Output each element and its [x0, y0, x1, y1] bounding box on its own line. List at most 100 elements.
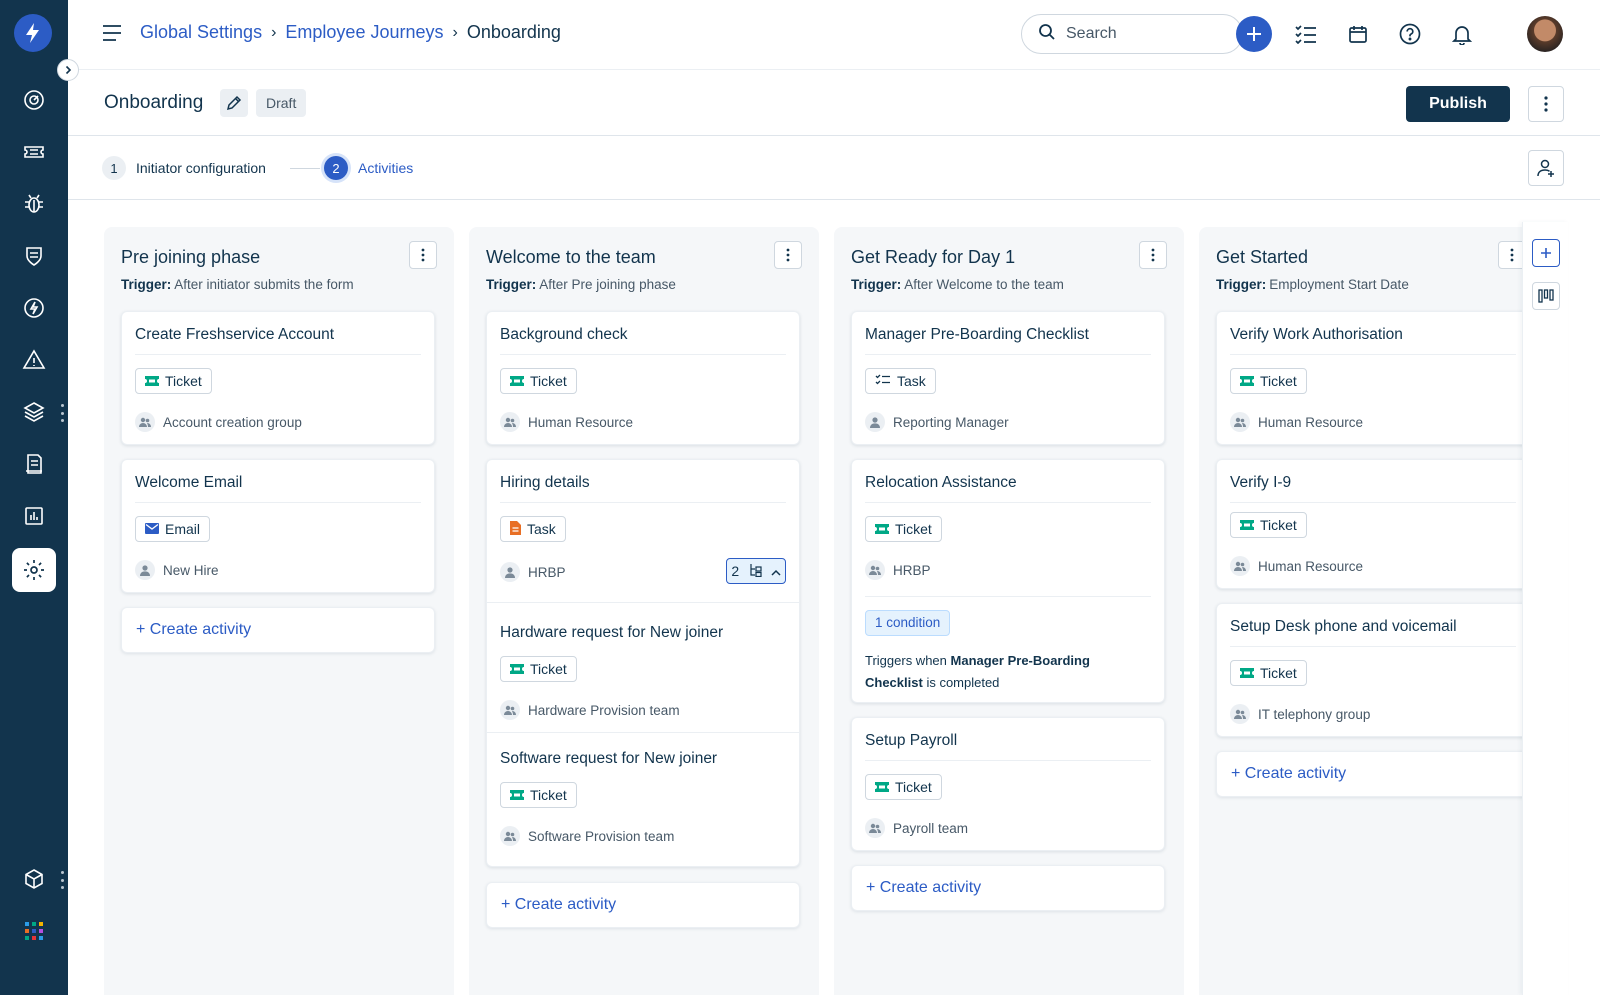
more-vertical-icon[interactable] [1139, 241, 1167, 269]
phase-title: Get Ready for Day 1 [851, 247, 1016, 267]
alerts-warning-icon[interactable] [12, 338, 56, 382]
activity-card[interactable]: Setup Desk phone and voicemail Ticket IT… [1216, 603, 1530, 737]
sidebar-expand-button[interactable] [57, 59, 79, 81]
add-user-icon[interactable] [1528, 150, 1564, 186]
activity-card[interactable]: Relocation Assistance Ticket HRBP 1 cond… [851, 459, 1165, 703]
board-view-columns-icon[interactable] [1532, 282, 1560, 310]
activity-type-tag: Ticket [1230, 368, 1307, 394]
subtask-tree-icon [748, 563, 762, 580]
type-label: Ticket [165, 373, 202, 389]
subtask-toggle[interactable]: 2 [726, 558, 786, 584]
right-rail [1522, 222, 1568, 995]
activity-card[interactable]: Verify Work Authorisation Ticket Human R… [1216, 311, 1530, 445]
subtask-title[interactable]: Hardware request for New joiner [500, 624, 723, 642]
group-icon [1230, 704, 1250, 724]
create-activity-button[interactable]: + Create activity [121, 607, 435, 653]
status-badge: Draft [256, 89, 307, 117]
activity-type-tag: Ticket [1230, 660, 1307, 686]
divider [1230, 502, 1516, 503]
help-question-icon[interactable] [1392, 16, 1428, 52]
more-dots-icon[interactable] [60, 404, 64, 422]
activity-title: Setup Desk phone and voicemail [1230, 618, 1457, 635]
assets-layers-icon[interactable] [12, 390, 56, 434]
stepper: 1 Initiator configuration 2 Activities [68, 136, 1600, 200]
phase-column: Pre joining phase Trigger: After initiato… [104, 227, 454, 995]
step-activities[interactable]: 2 Activities [324, 156, 413, 180]
problems-bug-icon[interactable] [12, 182, 56, 226]
product-switcher-grid-icon[interactable] [12, 909, 56, 953]
settings-gear-icon[interactable] [12, 548, 56, 592]
solutions-document-icon[interactable] [12, 442, 56, 486]
freshservice-logo-icon[interactable] [14, 14, 52, 52]
dashboard-icon[interactable] [12, 78, 56, 122]
activity-assignee: HRBP [500, 562, 566, 582]
user-avatar[interactable] [1527, 16, 1563, 52]
notifications-bell-icon[interactable] [1444, 16, 1480, 52]
assignee-name: New Hire [163, 562, 219, 578]
page-title: Onboarding [104, 92, 204, 113]
new-plus-button[interactable] [1236, 16, 1272, 52]
activity-card[interactable]: Background check Ticket Human Resource [486, 311, 800, 445]
tickets-icon[interactable] [12, 130, 56, 174]
activity-type-tag: Task [865, 368, 936, 394]
chevron-up-icon [771, 563, 781, 579]
more-vertical-icon[interactable] [774, 241, 802, 269]
create-activity-button[interactable]: + Create activity [851, 865, 1165, 911]
group-icon [1230, 412, 1250, 432]
search-input[interactable]: Search [1021, 14, 1243, 54]
apps-box-icon[interactable] [12, 857, 56, 901]
activity-type-tag: Ticket [865, 516, 942, 542]
divider [865, 502, 1151, 503]
breadcrumb-link-employee-journeys[interactable]: Employee Journeys [285, 22, 443, 43]
create-activity-button[interactable]: + Create activity [486, 882, 800, 928]
add-phase-plus-icon[interactable] [1532, 239, 1560, 267]
publish-button[interactable]: Publish [1406, 86, 1510, 122]
ticket-icon [510, 373, 524, 389]
more-dots-icon[interactable] [60, 871, 64, 889]
trigger-value: After Pre joining phase [539, 277, 676, 292]
activity-assignee: Hardware Provision team [500, 700, 680, 720]
breadcrumb-link-global-settings[interactable]: Global Settings [140, 22, 262, 43]
step-initiator-configuration[interactable]: 1 Initiator configuration [102, 156, 266, 180]
ticket-icon [145, 373, 159, 389]
assignee-name: Reporting Manager [893, 414, 1009, 430]
search-placeholder: Search [1066, 25, 1117, 42]
assignee-name: Software Provision team [528, 828, 675, 844]
more-vertical-icon[interactable] [1528, 86, 1564, 122]
email-icon [145, 521, 159, 537]
activity-type-tag: Email [135, 516, 211, 542]
ticket-icon [1240, 665, 1254, 681]
create-activity-button[interactable]: + Create activity [1216, 751, 1530, 797]
analytics-chart-icon[interactable] [12, 494, 56, 538]
ticket-icon [875, 521, 889, 537]
activity-card[interactable]: Setup Payroll Ticket Payroll team [851, 717, 1165, 851]
condition-badge[interactable]: 1 condition [865, 610, 951, 636]
changes-shield-icon[interactable] [12, 234, 56, 278]
more-vertical-icon[interactable] [409, 241, 437, 269]
group-icon [1230, 556, 1250, 576]
releases-bolt-icon[interactable] [12, 286, 56, 330]
type-label: Ticket [1260, 373, 1297, 389]
divider [1230, 646, 1516, 647]
activity-card[interactable]: Welcome Email Email New Hire [121, 459, 435, 593]
edit-pencil-icon[interactable] [220, 89, 248, 117]
group-icon [500, 412, 520, 432]
activity-card[interactable]: Create Freshservice Account Ticket Accou… [121, 311, 435, 445]
assignee-name: HRBP [893, 562, 931, 578]
type-label: Email [165, 521, 201, 537]
calendar-icon[interactable] [1340, 16, 1376, 52]
menu-hamburger-icon[interactable] [102, 24, 122, 47]
type-label: Ticket [1260, 517, 1297, 533]
activity-type-tag: Ticket [865, 774, 942, 800]
condition-description: Triggers when Manager Pre-Boarding Check… [865, 650, 1145, 694]
activities-board: Pre joining phase Trigger: After initiato… [68, 200, 1600, 995]
activity-card-with-subtasks[interactable]: Hiring details Task HRBP 2 Hardware requ… [486, 459, 800, 867]
activity-type-tag: Ticket [500, 782, 577, 808]
document-icon [510, 520, 521, 538]
divider [487, 732, 799, 733]
todo-checklist-icon[interactable] [1288, 16, 1324, 52]
subtask-title[interactable]: Software request for New joiner [500, 750, 717, 768]
activity-card[interactable]: Manager Pre-Boarding Checklist Task Repo… [851, 311, 1165, 445]
chevron-right-icon: › [271, 23, 277, 41]
activity-card[interactable]: Verify I-9 Ticket Human Resource [1216, 459, 1530, 589]
